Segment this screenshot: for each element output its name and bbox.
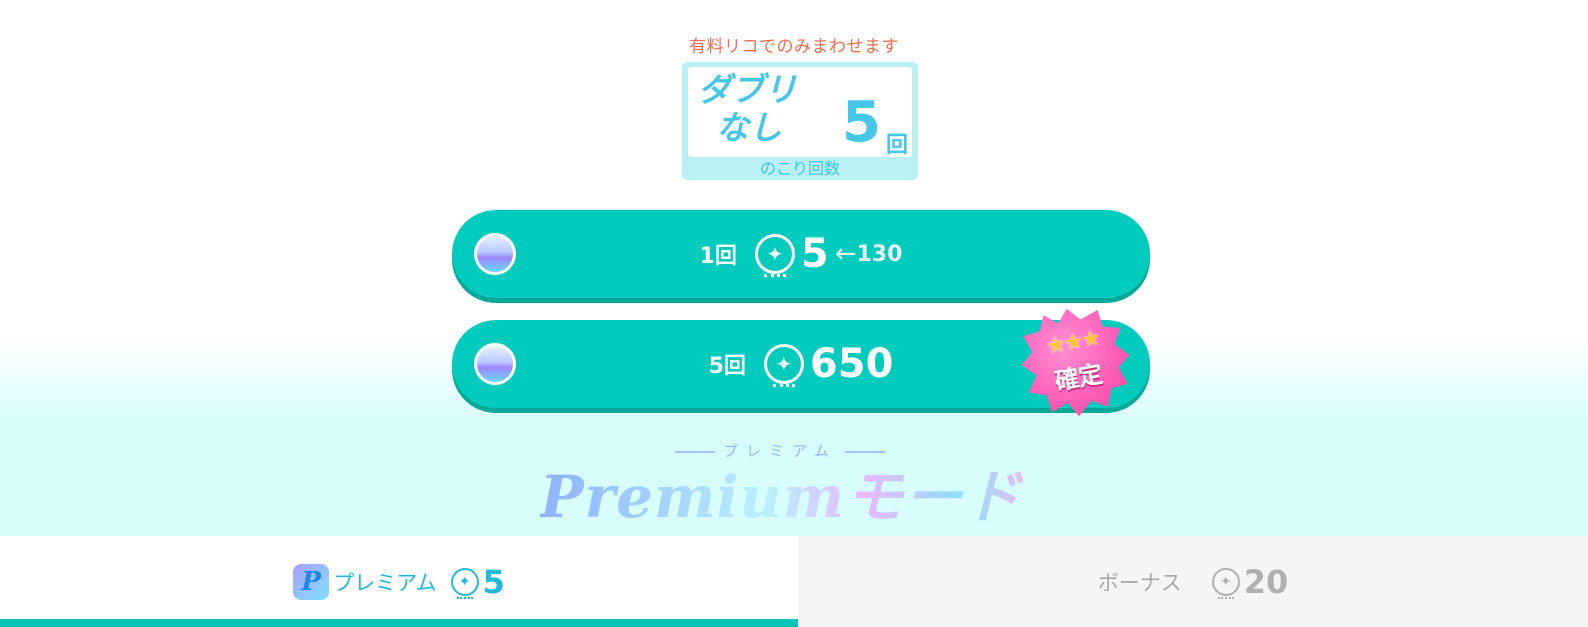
remaining-count-caption: のこり回数	[759, 159, 840, 178]
riko-coin-icon: ✦	[754, 234, 795, 277]
guarantee-star-badge-icon: ★★★ 確定	[1013, 299, 1138, 424]
tab-selected-indicator	[0, 619, 798, 627]
arrow-left-icon: ←	[834, 239, 857, 269]
no-duplicate-title-line1: ダブリ	[698, 70, 797, 109]
draw-times-label: 1回	[699, 244, 737, 269]
original-price: 130	[856, 241, 903, 267]
tab-bonus-label: ボーナス	[1097, 570, 1182, 595]
tab-bonus-count: 20	[1243, 562, 1289, 601]
draw-price: 650	[809, 341, 894, 387]
draw-once-content: 1回 ✦ 5 ← 130	[452, 210, 1150, 298]
no-duplicate-panel: ダブリ なし 5 回	[688, 67, 912, 158]
premium-mode-title: Premiumモード	[540, 450, 1040, 534]
no-duplicate-card: ダブリ なし 5 回 のこり回数	[682, 62, 918, 180]
draw-times-label: 5回	[708, 354, 746, 379]
tab-bonus[interactable]: ボーナス ✦ 20	[798, 536, 1588, 627]
riko-coin-icon: ✦	[450, 567, 479, 599]
riko-coin-icon: ✦	[763, 344, 804, 387]
tab-premium[interactable]: P プレミアム ✦ 5	[0, 536, 798, 627]
remaining-count: 5	[842, 90, 881, 155]
premium-p-icon: P	[293, 563, 330, 600]
premium-mode-logo: プレミアム Premiumモード	[540, 436, 1040, 531]
paid-riko-notice: 有料リコでのみまわせます	[689, 37, 899, 57]
draw-once-button[interactable]: 1回 ✦ 5 ← 130	[452, 210, 1150, 298]
tab-premium-label: プレミアム	[333, 570, 437, 595]
riko-coin-icon: ✦	[1211, 567, 1240, 599]
tab-premium-count: 5	[482, 562, 505, 601]
no-duplicate-title-line2: なし	[716, 108, 782, 147]
currency-tabbar: P プレミアム ✦ 5 ボーナス ✦ 20	[0, 536, 1588, 627]
draw-price: 5	[800, 231, 829, 277]
no-duplicate-title: ダブリ なし	[698, 71, 828, 147]
